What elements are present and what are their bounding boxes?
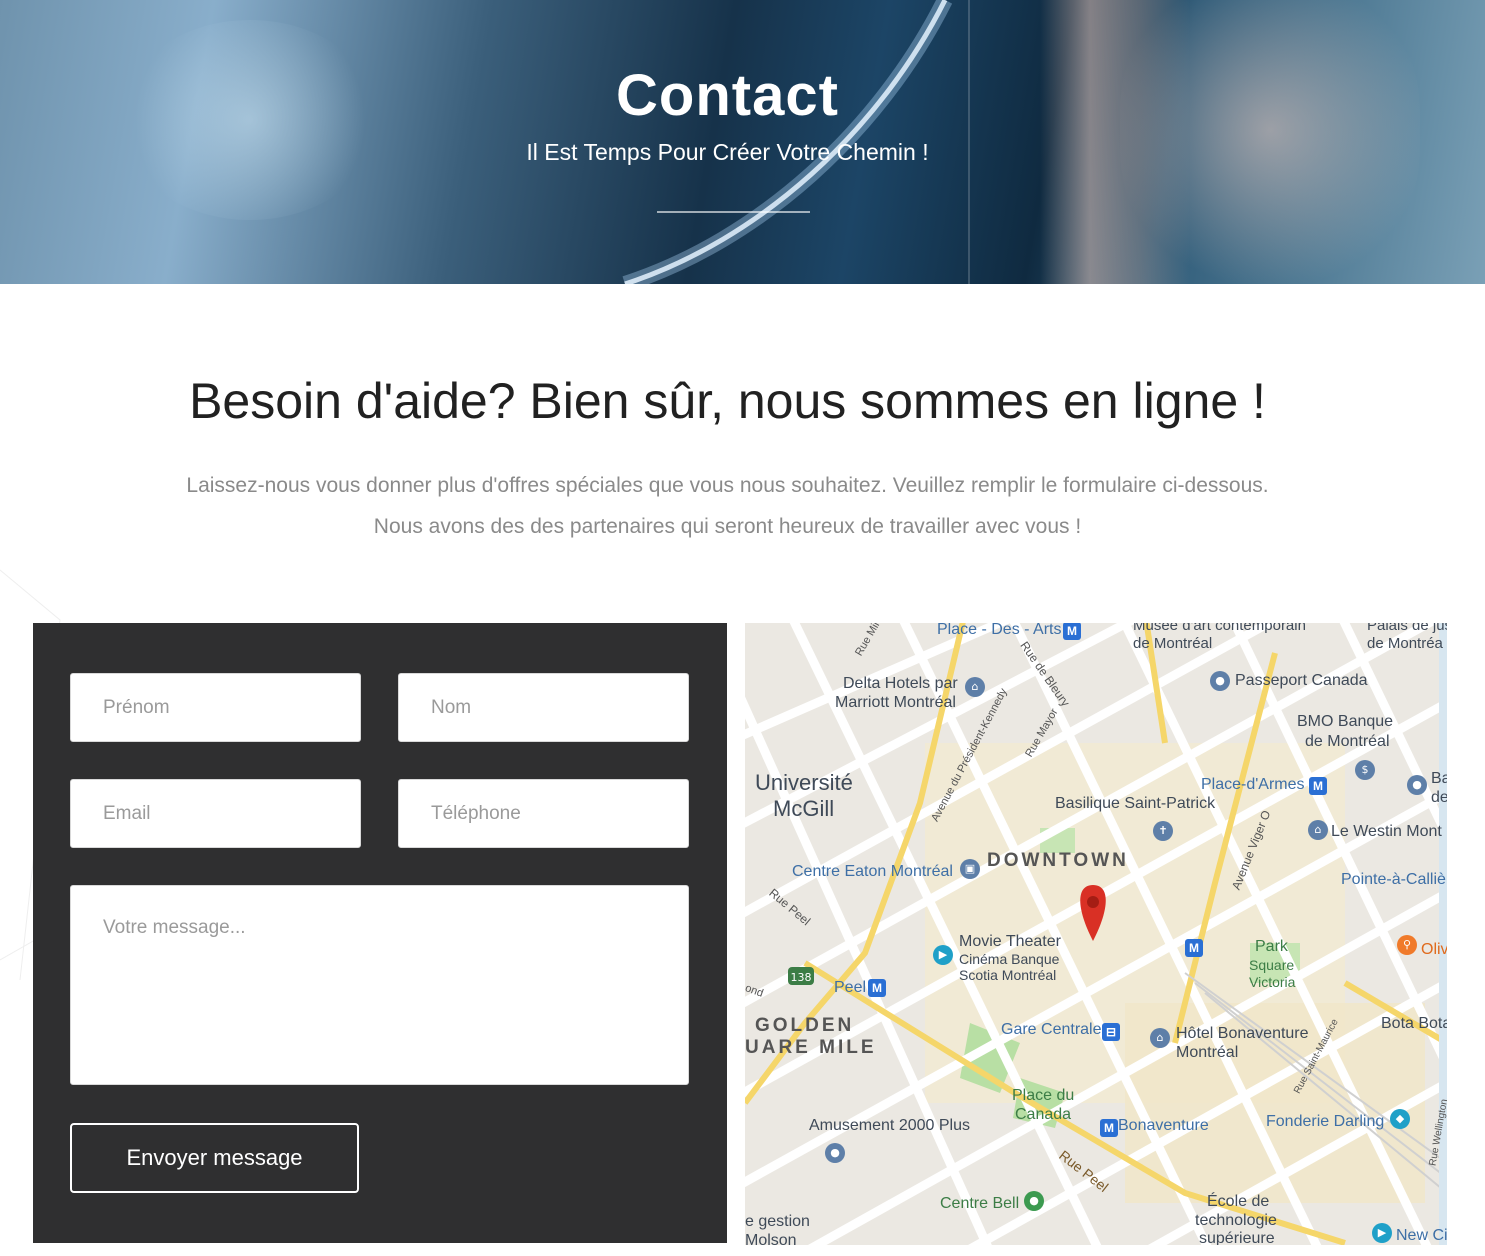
shopping-icon: ▣ — [960, 859, 980, 879]
bank-icon: $ — [1355, 760, 1375, 780]
map-label-centre-eaton: Centre Eaton Montréal — [792, 863, 953, 880]
map-label-delta-hotels-2: Marriott Montréal — [835, 694, 956, 711]
map-label-movie-theater: Movie Theater — [959, 933, 1061, 950]
train-icon: ⊟ — [1102, 1023, 1120, 1041]
send-message-button[interactable]: Envoyer message — [70, 1123, 359, 1193]
map-label-musee-2: de Montréal — [1133, 635, 1213, 652]
map-label-bota-bota: Bota Bota — [1381, 1015, 1447, 1032]
metro-icon: M — [868, 979, 886, 997]
map-label-new-ci: New Ci — [1396, 1227, 1447, 1244]
place-icon: ● — [1210, 671, 1230, 691]
gallery-icon: ◆ — [1390, 1109, 1410, 1129]
map-label-delta-hotels: Delta Hotels par — [843, 675, 958, 692]
metro-icon: M — [1309, 777, 1327, 795]
place-icon: ● — [825, 1143, 845, 1163]
map-label-scotia: Scotia Montréal — [959, 967, 1057, 983]
map-label-golden-square-2: UARE MILE — [745, 1037, 877, 1058]
map-label-bmo: BMO Banque — [1297, 713, 1394, 730]
map-label-hotel-bonaventure: Hôtel Bonaventure — [1176, 1025, 1309, 1042]
map-label-basilique: Basilique Saint-Patrick — [1055, 795, 1216, 812]
map-label-passeport: Passeport Canada — [1235, 672, 1368, 689]
hero-underline — [657, 211, 810, 213]
map-label-ecole: École de — [1207, 1193, 1270, 1210]
hotel-icon: ⌂ — [1308, 820, 1328, 840]
stadium-icon: ● — [1024, 1191, 1044, 1211]
restaurant-icon: ⚲ — [1397, 935, 1417, 955]
map-label-peel: Peel — [834, 979, 867, 996]
map-label-palais: Palais de justice — [1367, 623, 1447, 634]
map-label-oliv: Oliv — [1421, 941, 1447, 958]
hotel-icon: ⌂ — [1150, 1028, 1170, 1048]
page-subtitle: Il Est Temps Pour Créer Votre Chemin ! — [526, 139, 929, 165]
map-label-de: de — [1431, 789, 1447, 806]
section-description-line-2: Nous avons des des partenaires qui seron… — [373, 515, 1082, 538]
map-label-place-d-armes: Place-d'Armes — [1201, 776, 1305, 793]
phone-input[interactable]: Téléphone — [398, 779, 689, 848]
map-label-golden-square: GOLDEN — [755, 1015, 855, 1036]
map-label-bonaventure: Bonaventure — [1118, 1117, 1209, 1134]
map-label-westin: Le Westin Mont — [1331, 823, 1442, 840]
page-title: Contact — [616, 63, 839, 128]
map-label-ecole-2: technologie — [1195, 1212, 1277, 1229]
hero-banner: Contact Il Est Temps Pour Créer Votre Ch… — [0, 0, 1485, 284]
route-shield-138: 138 — [791, 971, 812, 984]
map-label-amusement: Amusement 2000 Plus — [809, 1117, 970, 1134]
email-input[interactable]: Email — [70, 779, 361, 848]
section-description-line-1: Laissez-nous vous donner plus d'offres s… — [186, 474, 1269, 497]
section-heading: Besoin d'aide? Bien sûr, nous sommes en … — [189, 373, 1266, 429]
metro-icon: M — [1063, 623, 1081, 640]
map-label-hotel-bonaventure-2: Montréal — [1176, 1044, 1239, 1061]
map-label-park: Park — [1255, 938, 1288, 955]
place-icon: ● — [1407, 775, 1427, 795]
place-icon: ▶ — [1372, 1223, 1392, 1243]
map-label-musee: Musée d'art contemporain — [1133, 623, 1306, 634]
movie-icon: ▶ — [933, 945, 953, 965]
map-label-cinema: Cinéma Banque — [959, 951, 1060, 967]
map-label-place-du-canada-2: Canada — [1015, 1106, 1072, 1123]
location-map[interactable]: 138 Place - Des - Arts M Musée d'art con… — [745, 623, 1447, 1245]
map-label-downtown: DOWNTOWN — [987, 850, 1129, 871]
map-label-gestion: e gestion — [745, 1213, 810, 1230]
map-label-molson: Molson — [745, 1232, 797, 1245]
map-label-place-des-arts: Place - Des - Arts — [937, 623, 1062, 638]
metro-icon: M — [1185, 939, 1203, 957]
map-label-ba: Ba — [1431, 770, 1447, 787]
first-name-input[interactable]: Prénom — [70, 673, 361, 742]
map-label-square: Square — [1249, 957, 1295, 973]
map-label-bmo-2: de Montréal — [1305, 733, 1390, 750]
map-label-universite: Université — [755, 770, 853, 795]
map-label-place-du-canada: Place du — [1012, 1087, 1075, 1104]
map-label-palais-2: de Montréa — [1367, 635, 1443, 652]
map-label-ecole-3: supérieure — [1199, 1230, 1275, 1245]
map-label-gare-centrale: Gare Centrale — [1001, 1021, 1102, 1038]
metro-icon: M — [1100, 1119, 1118, 1137]
map-label-victoria: Victoria — [1249, 974, 1296, 990]
map-label-pointe-a-calliere: Pointe-à-Callière — [1341, 871, 1447, 888]
map-label-centre-bell: Centre Bell — [940, 1195, 1020, 1212]
map-label-fonderie-darling: Fonderie Darling — [1266, 1113, 1385, 1130]
last-name-input[interactable]: Nom — [398, 673, 689, 742]
message-textarea[interactable]: Votre message... — [70, 885, 689, 1085]
church-icon: ✝ — [1153, 821, 1173, 841]
hotel-icon: ⌂ — [965, 677, 985, 697]
map-label-mcgill: McGill — [773, 796, 835, 821]
